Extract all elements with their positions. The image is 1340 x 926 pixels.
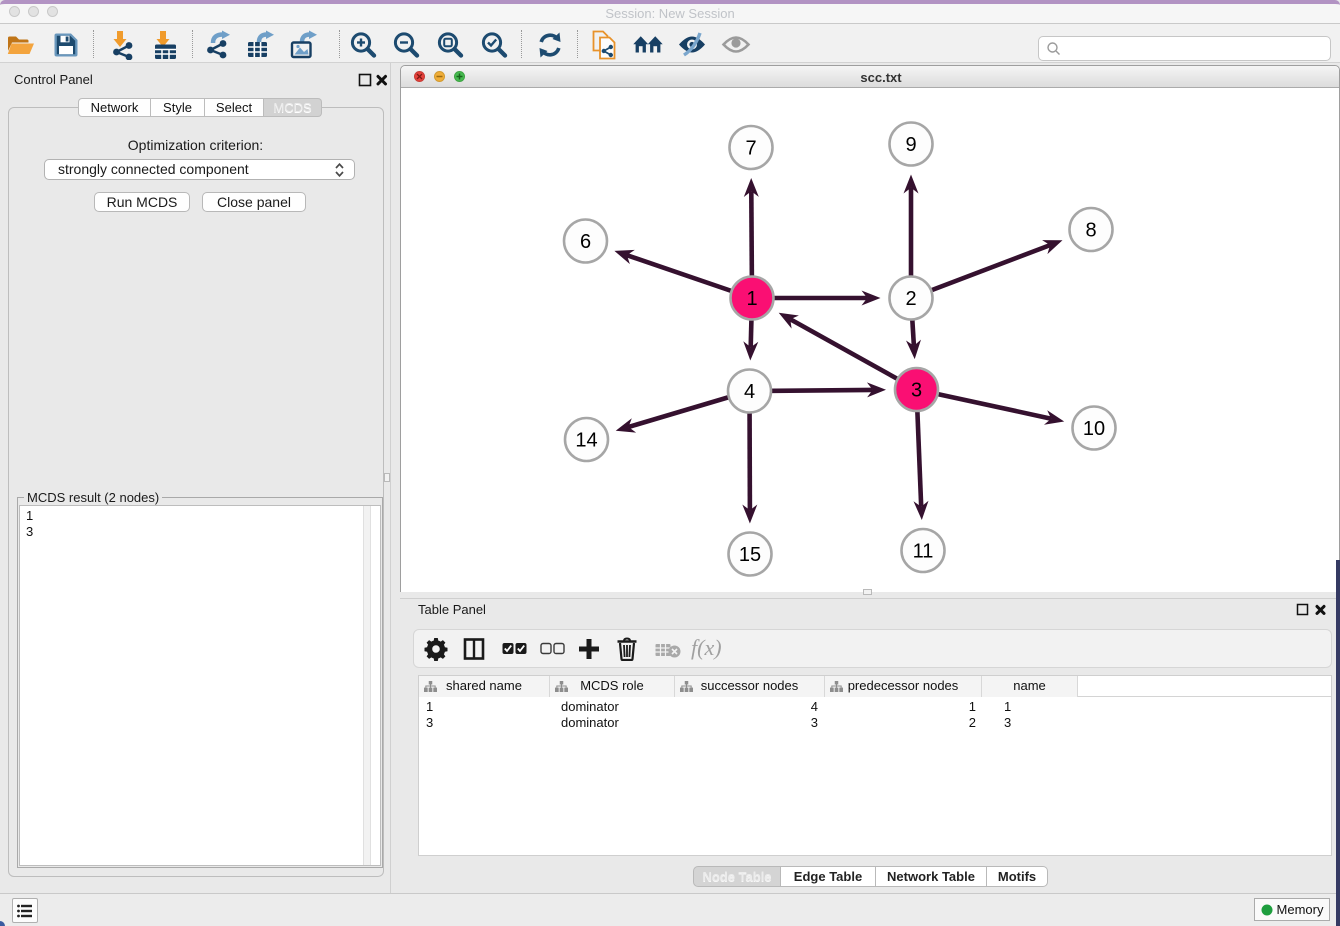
svg-text:9: 9 [905, 134, 916, 156]
svg-text:11: 11 [913, 541, 934, 563]
svg-text:4: 4 [744, 381, 755, 403]
svg-text:2: 2 [905, 288, 916, 310]
svg-text:14: 14 [575, 430, 597, 452]
svg-text:6: 6 [580, 231, 591, 253]
svg-text:10: 10 [1083, 418, 1105, 440]
svg-text:15: 15 [739, 544, 761, 566]
svg-text:3: 3 [911, 380, 922, 402]
svg-text:7: 7 [745, 138, 756, 160]
svg-text:8: 8 [1085, 220, 1096, 242]
svg-text:1: 1 [746, 288, 757, 310]
